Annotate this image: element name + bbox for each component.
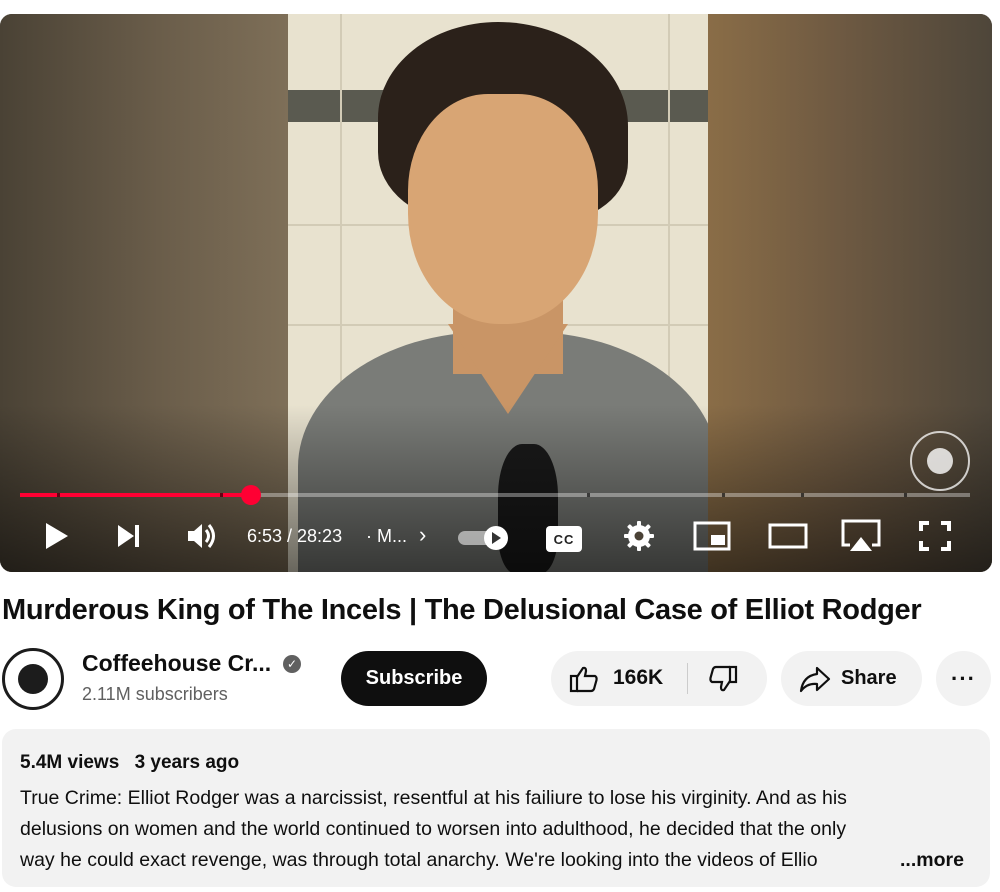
- channel-name[interactable]: Coffeehouse Cr...: [82, 650, 271, 677]
- chapter-marker: [587, 493, 591, 497]
- more-actions-button[interactable]: ···: [936, 651, 991, 706]
- chapter-marker: [800, 493, 804, 497]
- miniplayer-icon[interactable]: [692, 514, 732, 558]
- channel-avatar[interactable]: [2, 648, 64, 710]
- coffee-bean-icon: [18, 664, 48, 694]
- autoplay-toggle[interactable]: [458, 526, 510, 550]
- settings-icon[interactable]: [619, 514, 659, 558]
- autoplay-play-icon: [484, 526, 508, 550]
- player-controls: 6:53 / 28:23 · M... › CC: [0, 514, 992, 558]
- chapter-marker: [903, 493, 907, 497]
- chapter-marker: [722, 493, 726, 497]
- chapter-marker: [57, 493, 61, 497]
- progress-bar[interactable]: [20, 485, 970, 505]
- description-line: delusions on women and the world continu…: [20, 818, 847, 840]
- video-meta: 5.4M views 3 years ago: [20, 752, 239, 774]
- progress-scrubber[interactable]: [240, 485, 261, 505]
- chevron-right-icon[interactable]: ›: [419, 522, 426, 548]
- like-dislike-group: 166K: [551, 651, 767, 706]
- fullscreen-icon[interactable]: [915, 514, 955, 558]
- like-count: 166K: [613, 666, 664, 689]
- theater-icon[interactable]: [766, 514, 810, 558]
- view-count: 5.4M views: [20, 752, 120, 773]
- description-line: way he could exact revenge, was through …: [20, 849, 818, 871]
- dislike-button[interactable]: [688, 651, 767, 706]
- show-more-link[interactable]: ...more: [900, 845, 964, 876]
- play-icon[interactable]: [38, 514, 74, 558]
- next-icon[interactable]: [110, 514, 146, 558]
- chapter-marker: [220, 493, 224, 497]
- video-title: Murderous King of The Incels | The Delus…: [2, 594, 922, 626]
- verified-badge-icon: ✓: [283, 655, 301, 673]
- description-line: True Crime: Elliot Rodger was a narcissi…: [20, 787, 847, 809]
- subscribe-button[interactable]: Subscribe: [341, 651, 487, 706]
- chapter-label[interactable]: · M...: [366, 526, 407, 547]
- description-text: True Crime: Elliot Rodger was a narcissi…: [20, 783, 975, 876]
- subscriber-count: 2.11M subscribers: [82, 684, 228, 704]
- like-button[interactable]: 166K: [551, 651, 687, 706]
- upload-age: 3 years ago: [134, 752, 240, 773]
- airplay-icon[interactable]: [838, 514, 884, 558]
- channel-watermark-logo: [910, 431, 970, 491]
- share-label: Share: [841, 667, 897, 689]
- volume-icon[interactable]: [182, 514, 222, 558]
- share-arrow-icon: [799, 665, 831, 698]
- thumbs-up-icon: [569, 665, 599, 698]
- progress-played: [20, 493, 251, 497]
- description-box[interactable]: 5.4M views 3 years ago True Crime: Ellio…: [2, 729, 990, 887]
- thumbs-down-icon: [708, 665, 738, 698]
- share-button[interactable]: Share: [781, 651, 922, 706]
- video-player[interactable]: 6:53 / 28:23 · M... › CC: [0, 14, 992, 572]
- cc-icon[interactable]: CC: [546, 526, 582, 552]
- time-display: 6:53 / 28:23: [247, 526, 343, 546]
